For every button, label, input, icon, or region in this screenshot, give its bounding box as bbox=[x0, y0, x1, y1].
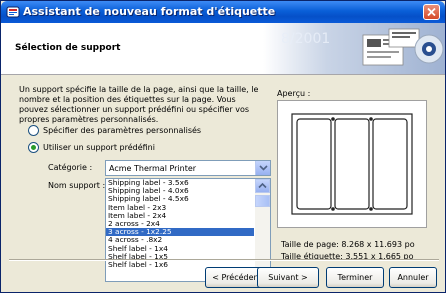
scroll-up-button[interactable] bbox=[255, 179, 270, 193]
category-dropdown-button[interactable] bbox=[255, 161, 270, 175]
description-text: Un support spécifie la taille de la page… bbox=[19, 85, 259, 124]
radio-predefined-support[interactable]: Utiliser un support prédéfini bbox=[28, 141, 155, 153]
footer-separator bbox=[9, 259, 439, 261]
page-size-text: Taille de page: 8.268 x 11.693 po bbox=[281, 240, 415, 249]
scroll-thumb[interactable] bbox=[255, 195, 270, 207]
next-button[interactable]: Suivant > bbox=[257, 267, 319, 288]
support-name-label: Nom support : bbox=[48, 181, 106, 190]
title-bar[interactable]: Assistant de nouveau format d'étiquette bbox=[1, 1, 445, 23]
category-value: Acme Thermal Printer bbox=[109, 164, 197, 173]
radio-custom-indicator[interactable] bbox=[28, 124, 39, 136]
category-select[interactable]: Acme Thermal Printer bbox=[105, 160, 271, 176]
wizard-window: Assistant de nouveau format d'étiquette … bbox=[0, 0, 446, 293]
cancel-button[interactable]: Annuler bbox=[389, 267, 437, 288]
radio-predefined-label: Utiliser un support prédéfini bbox=[43, 142, 155, 152]
vertical-scrollbar[interactable] bbox=[255, 179, 270, 281]
preview-pane bbox=[277, 100, 427, 228]
close-icon bbox=[427, 8, 436, 16]
radio-custom-label: Spécifier des paramètres personnalisés bbox=[43, 125, 202, 135]
close-button[interactable] bbox=[423, 4, 440, 20]
app-icon bbox=[6, 6, 20, 18]
category-label: Catégorie : bbox=[48, 163, 93, 172]
preview-label: Aperçu : bbox=[277, 89, 311, 98]
label-layout-preview bbox=[291, 113, 413, 215]
header-artwork: 8/2001 bbox=[263, 23, 445, 74]
page-title: Sélection de support bbox=[15, 43, 121, 53]
header-art-text: 8/2001 bbox=[281, 31, 330, 47]
finish-button[interactable]: Terminer bbox=[326, 267, 384, 288]
radio-custom-settings[interactable]: Spécifier des paramètres personnalisés bbox=[28, 124, 201, 136]
chevron-down-icon bbox=[259, 165, 268, 171]
radio-predefined-indicator[interactable] bbox=[28, 141, 39, 153]
chevron-up-icon bbox=[258, 182, 267, 189]
window-title: Assistant de nouveau format d'étiquette bbox=[23, 5, 276, 18]
header-banner: Sélection de support 8/2001 bbox=[1, 23, 445, 75]
